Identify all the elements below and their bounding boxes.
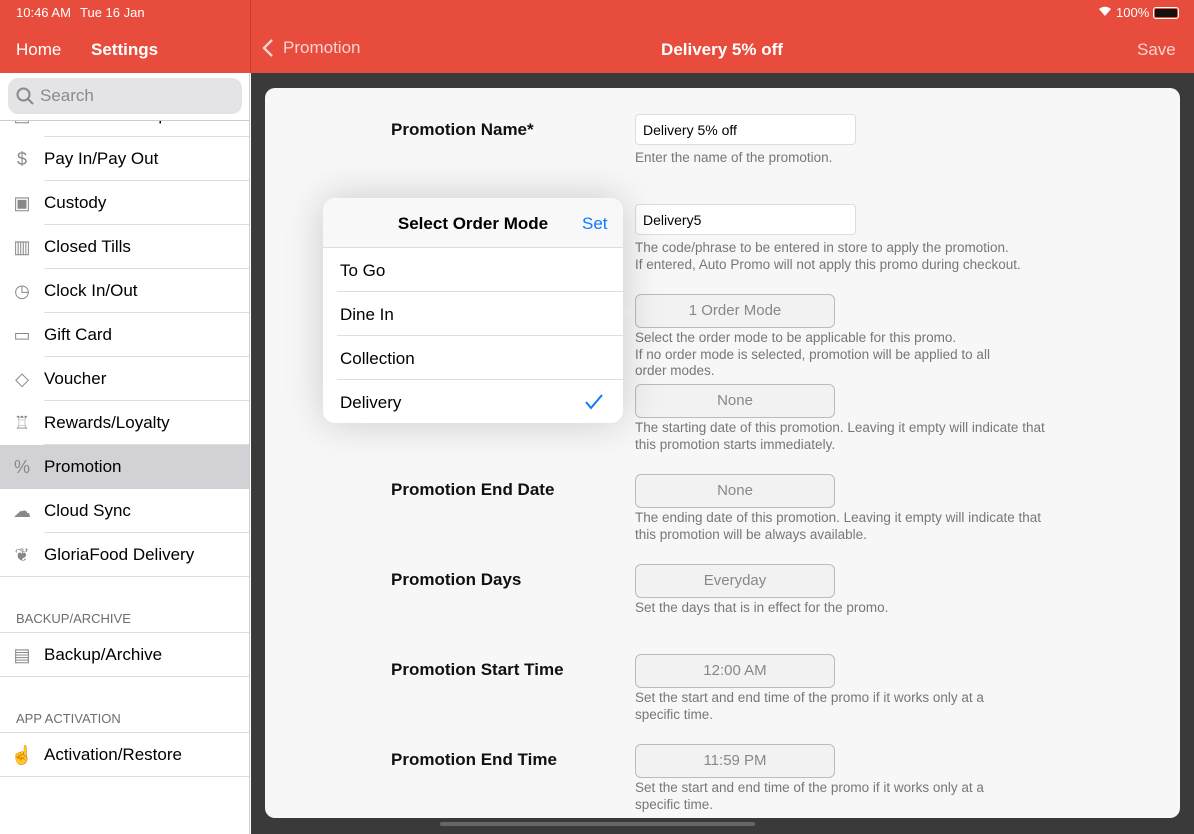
battery-icon: [1153, 7, 1179, 19]
percent-badge-icon: %: [13, 457, 30, 477]
gift-card-icon: ▭: [13, 325, 31, 345]
name-label: Promotion Name*: [391, 120, 534, 139]
start-time-label: Promotion Start Time: [391, 660, 564, 679]
sidebar-item-pay-in-out[interactable]: $ Pay In/Pay Out: [0, 137, 249, 181]
start-time-button[interactable]: 12:00 AM: [635, 654, 835, 688]
scrollbar[interactable]: [440, 822, 755, 826]
sidebar-item-closed-tills[interactable]: ▥ Closed Tills: [0, 225, 249, 269]
name-field[interactable]: Delivery 5% off: [635, 114, 856, 145]
header: 10:46 AM Tue 16 Jan 100% Home Settings P…: [0, 0, 1194, 73]
sidebar-item-voucher[interactable]: ◇ Voucher: [0, 357, 249, 401]
code-field[interactable]: Delivery5: [635, 204, 856, 235]
register-icon: ▥: [13, 237, 31, 257]
sidebar-item-activation[interactable]: ☝ Activation/Restore: [0, 733, 249, 777]
wifi-icon: [1098, 5, 1112, 20]
order-mode-button[interactable]: 1 Order Mode: [635, 294, 835, 328]
sidebar-item-clock[interactable]: ◷ Clock In/Out: [0, 269, 249, 313]
order-mode-popover: Select Order Mode Set To Go Dine In Coll…: [323, 198, 623, 423]
option-delivery[interactable]: Delivery: [323, 380, 623, 423]
page-title: Delivery 5% off: [661, 40, 783, 59]
end-time-button[interactable]: 11:59 PM: [635, 744, 835, 778]
section-backup: BACKUP/ARCHIVE: [16, 611, 131, 626]
sidebar-item-rewards[interactable]: ♖ Rewards/Loyalty: [0, 401, 249, 445]
sidebar-item-custody[interactable]: ▣ Custody: [0, 181, 249, 225]
end-date-label: Promotion End Date: [391, 480, 555, 499]
end-time-label: Promotion End Time: [391, 750, 557, 769]
backup-icon: ▤: [13, 645, 31, 665]
sidebar-item-promotion[interactable]: % Promotion: [0, 445, 249, 489]
sidebar-item-gloriafood[interactable]: ❦ GloriaFood Delivery: [0, 533, 249, 577]
search-icon: [16, 87, 34, 105]
days-button[interactable]: Everyday: [635, 564, 835, 598]
cloud-icon: ☁: [13, 501, 31, 521]
chevron-left-icon: [262, 39, 273, 57]
save-button[interactable]: Save: [1137, 40, 1176, 60]
settings-title: Settings: [91, 40, 159, 59]
popover-title: Select Order Mode: [397, 214, 549, 233]
sidebar-item-gift-card[interactable]: ▭ Gift Card: [0, 313, 249, 357]
option-to-go[interactable]: To Go: [323, 248, 623, 292]
search-input[interactable]: Search: [8, 78, 242, 114]
days-label: Promotion Days: [391, 570, 522, 589]
back-label: Promotion: [283, 38, 361, 57]
battery-percent: 100%: [1116, 5, 1150, 20]
option-dine-in[interactable]: Dine In: [323, 292, 623, 336]
section-activation: APP ACTIVATION: [16, 711, 121, 726]
leaf-icon: ❦: [14, 545, 30, 565]
end-date-button[interactable]: None: [635, 474, 835, 508]
search-placeholder: Search: [40, 86, 94, 105]
status-time: 10:46 AM: [16, 5, 71, 20]
sidebar-item-cloud-sync[interactable]: ☁ Cloud Sync: [0, 489, 249, 533]
sidebar-item-backup[interactable]: ▤ Backup/Archive: [0, 633, 249, 677]
detail-pane: Promotion Name* Delivery 5% off Enter th…: [251, 73, 1194, 834]
activation-icon: ☝: [10, 745, 34, 765]
sidebar: ▤Previous Receipts Search $Pay In/Pay Ou…: [0, 73, 250, 834]
cash-hand-icon: $: [16, 149, 27, 169]
clock-icon: ◷: [14, 281, 30, 301]
custody-icon: ▣: [13, 193, 31, 213]
trophy-icon: ♖: [13, 413, 31, 433]
start-date-button[interactable]: None: [635, 384, 835, 418]
set-button[interactable]: Set: [582, 214, 608, 234]
home-link[interactable]: Home: [16, 40, 61, 60]
divider: [250, 0, 251, 73]
tag-icon: ◇: [15, 369, 29, 389]
status-date: Tue 16 Jan: [80, 5, 145, 20]
back-button[interactable]: Promotion: [262, 38, 360, 58]
checkmark-icon: [585, 394, 603, 410]
option-collection[interactable]: Collection: [323, 336, 623, 380]
